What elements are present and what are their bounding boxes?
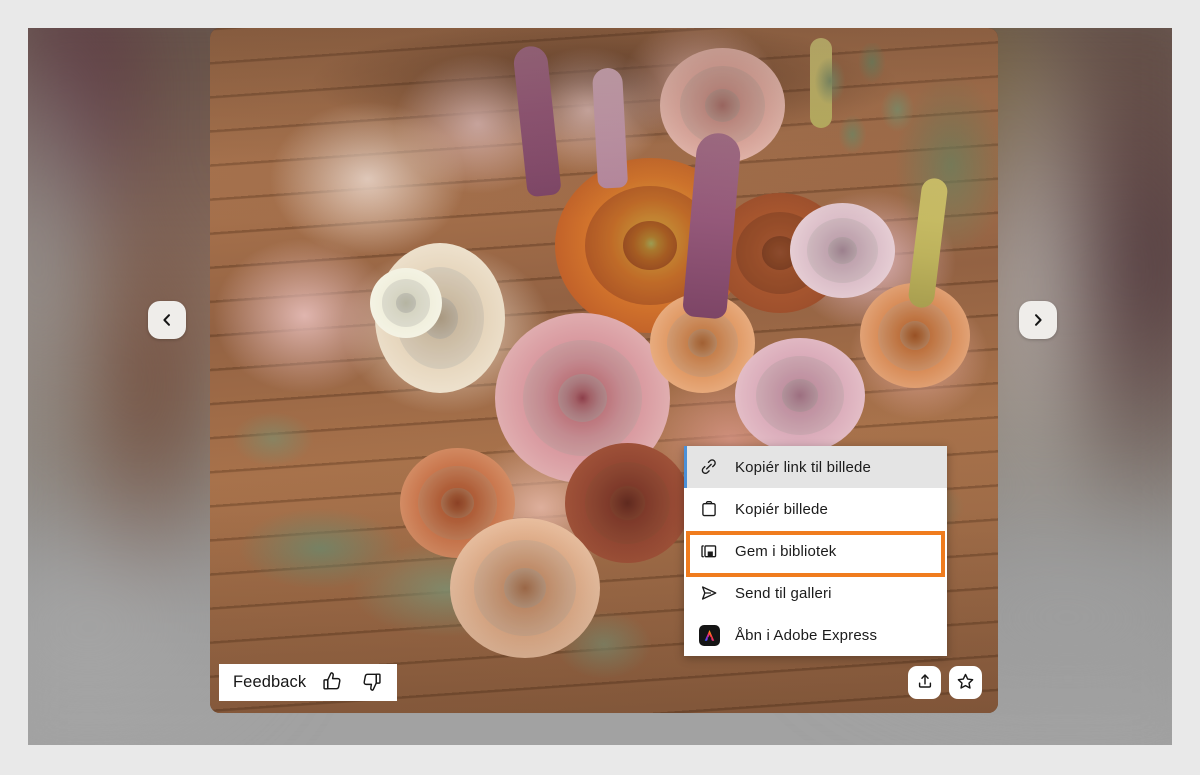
menu-item-label: Kopiér link til billede (735, 458, 872, 476)
link-icon (698, 456, 720, 478)
previous-image-button[interactable] (148, 301, 186, 339)
thumb-down-button[interactable] (358, 670, 384, 696)
share-upload-icon (916, 672, 934, 693)
menu-item-label: Åbn i Adobe Express (735, 626, 878, 644)
clipboard-icon (698, 498, 720, 520)
menu-item-save-to-library[interactable]: Gem i bibliotek (684, 530, 947, 572)
context-menu: Kopiér link til billede Kopiér billede G… (684, 446, 947, 656)
share-button[interactable] (908, 666, 941, 699)
favorite-button[interactable] (949, 666, 982, 699)
feedback-bar: Feedback (219, 664, 398, 701)
menu-item-label: Send til galleri (735, 584, 832, 602)
menu-item-label: Kopiér billede (735, 500, 828, 518)
image-action-buttons (908, 666, 982, 699)
menu-item-label: Gem i bibliotek (735, 542, 837, 560)
send-paperplane-icon (698, 582, 720, 604)
thumb-up-button[interactable] (319, 670, 345, 696)
feedback-label: Feedback (233, 673, 307, 691)
menu-item-copy-image-link[interactable]: Kopiér link til billede (684, 446, 947, 488)
adobe-express-icon (698, 624, 720, 646)
star-outline-icon (956, 672, 975, 694)
thumb-down-icon (360, 670, 383, 696)
menu-item-open-in-adobe-express[interactable]: Åbn i Adobe Express (684, 614, 947, 656)
chevron-right-icon (1030, 312, 1046, 328)
menu-item-send-to-gallery[interactable]: Send til galleri (684, 572, 947, 614)
save-to-library-icon (698, 540, 720, 562)
chevron-left-icon (159, 312, 175, 328)
next-image-button[interactable] (1019, 301, 1057, 339)
screenshot-root: Feedback Kopiér link til billede Kopiér … (0, 0, 1200, 775)
menu-item-copy-image[interactable]: Kopiér billede (684, 488, 947, 530)
thumb-up-icon (321, 670, 344, 696)
